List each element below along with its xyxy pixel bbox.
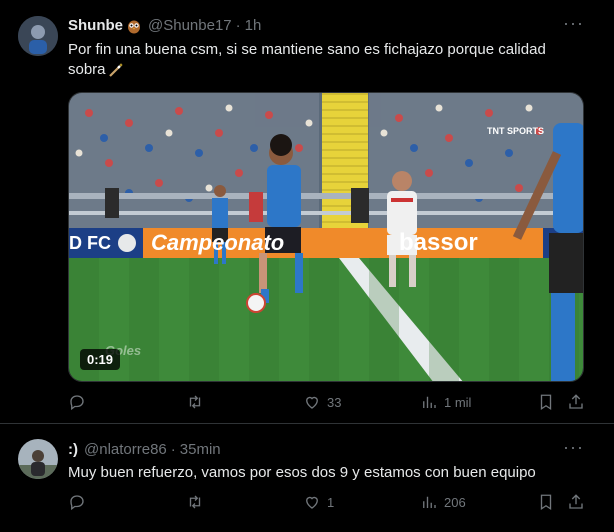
like-icon: [306, 396, 318, 409]
more-icon[interactable]: ···: [563, 437, 584, 458]
bookmark-icon: [540, 394, 552, 411]
views-icon: [423, 496, 436, 508]
video-duration: 0:19: [80, 349, 121, 370]
timestamp[interactable]: 35min: [180, 441, 221, 458]
reply-icon: [70, 395, 84, 411]
wand-emoji-icon: [108, 63, 123, 77]
tweet-text: Por fin una buena csm, si se mantiene sa…: [68, 40, 588, 80]
owl-emoji-icon: [128, 20, 140, 33]
tweet-text: Muy buen refuerzo, vamos por esos dos 9 …: [68, 464, 536, 481]
reply-button[interactable]: [68, 493, 92, 511]
share-icon: [569, 494, 583, 509]
like-button[interactable]: 1: [303, 493, 334, 511]
separator-dot: ·: [170, 441, 176, 458]
video-frame: [69, 93, 583, 381]
share-icon: [569, 394, 583, 409]
share-button[interactable]: [567, 393, 585, 411]
tweet-text-line-2: sobra: [68, 61, 106, 78]
like-count: 1: [327, 494, 335, 510]
avatar-image: [18, 439, 58, 479]
user-handle[interactable]: @nlatorre86: [84, 441, 167, 458]
views-button[interactable]: 206: [420, 493, 466, 511]
reply-icon: [70, 495, 84, 511]
video-player[interactable]: D FC Campeonato bassor TNT SPORTS Goles: [68, 92, 584, 382]
retweet-icon: [189, 495, 201, 509]
bookmark-button[interactable]: [537, 493, 555, 511]
ball: [246, 293, 266, 313]
bookmark-button[interactable]: [537, 393, 555, 411]
tweet-header: Shunbe @Shunbe17 · 1h: [68, 17, 261, 34]
tweet-1[interactable]: Shunbe @Shunbe17 · 1h ··· Por fin una bu…: [0, 0, 614, 424]
views-icon: [423, 396, 436, 408]
reply-button[interactable]: [68, 393, 92, 411]
display-name[interactable]: :): [68, 441, 78, 458]
like-button[interactable]: 33: [303, 393, 341, 411]
banner-right: bassor: [399, 229, 478, 256]
retweet-button[interactable]: [186, 493, 210, 511]
tweet-header: :) @nlatorre86 · 35min: [68, 441, 221, 458]
views-count: 206: [444, 494, 466, 510]
views-button[interactable]: 1 mil: [420, 393, 471, 411]
like-count: 33: [327, 394, 342, 410]
avatar[interactable]: [18, 16, 58, 56]
avatar[interactable]: [18, 439, 58, 479]
banner-mid: Campeonato: [151, 230, 285, 255]
user-handle[interactable]: @Shunbe17: [148, 17, 232, 34]
avatar-image: [18, 16, 58, 56]
retweet-button[interactable]: [186, 393, 210, 411]
separator-dot: ·: [235, 17, 241, 34]
bookmark-icon: [540, 494, 552, 511]
views-count: 1 mil: [444, 394, 472, 410]
share-button[interactable]: [567, 493, 585, 511]
display-name[interactable]: Shunbe: [68, 17, 123, 34]
tv-logo: TNT SPORTS: [487, 126, 545, 136]
banner-left: D FC: [69, 232, 111, 253]
more-icon[interactable]: ···: [563, 13, 584, 34]
like-icon: [306, 496, 318, 509]
retweet-icon: [189, 395, 201, 409]
action-bar: 33 1 mil: [60, 393, 590, 415]
tweet-text-line-1: Por fin una buena csm, si se mantiene sa…: [68, 41, 546, 58]
timestamp[interactable]: 1h: [245, 17, 262, 34]
action-bar: 1 206: [60, 493, 590, 515]
